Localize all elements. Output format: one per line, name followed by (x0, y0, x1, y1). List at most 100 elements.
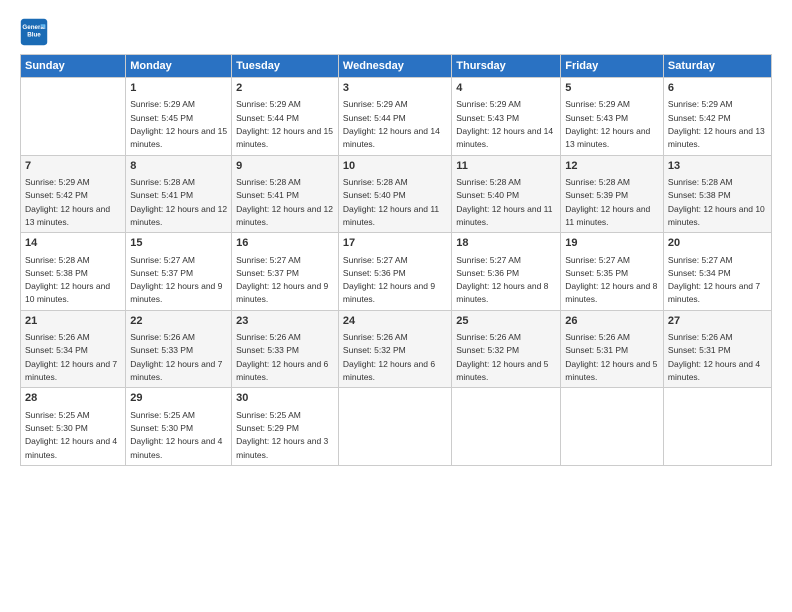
cell-info: Sunrise: 5:28 AMSunset: 5:38 PMDaylight:… (668, 177, 765, 227)
calendar-table: SundayMondayTuesdayWednesdayThursdayFrid… (20, 54, 772, 466)
cell-0-4: 4Sunrise: 5:29 AMSunset: 5:43 PMDaylight… (452, 78, 561, 156)
day-number: 28 (25, 391, 121, 406)
day-number: 8 (130, 159, 227, 174)
day-number: 15 (130, 236, 227, 251)
cell-0-2: 2 Sunrise: 5:29 AMSunset: 5:44 PMDaylight… (232, 78, 339, 156)
logo: General Blue (20, 18, 52, 46)
cell-4-0: 28Sunrise: 5:25 AMSunset: 5:30 PMDayligh… (21, 388, 126, 466)
day-number: 6 (668, 81, 767, 96)
cell-3-6: 27 Sunrise: 5:26 AMSunset: 5:31 PMDayligh… (663, 310, 771, 388)
week-row-1: 7 Sunrise: 5:29 AMSunset: 5:42 PMDaylight… (21, 155, 772, 233)
day-number: 27 (668, 314, 767, 329)
cell-4-2: 30Sunrise: 5:25 AMSunset: 5:29 PMDayligh… (232, 388, 339, 466)
cell-info: Sunrise: 5:26 AMSunset: 5:31 PMDaylight:… (668, 332, 760, 382)
col-header-friday: Friday (561, 55, 664, 78)
cell-1-1: 8 Sunrise: 5:28 AMSunset: 5:41 PMDaylight… (126, 155, 232, 233)
cell-2-1: 15 Sunrise: 5:27 AMSunset: 5:37 PMDayligh… (126, 233, 232, 311)
day-number: 18 (456, 236, 556, 251)
cell-info: Sunrise: 5:29 AMSunset: 5:42 PMDaylight:… (668, 99, 765, 149)
day-number: 17 (343, 236, 447, 251)
week-row-4: 28Sunrise: 5:25 AMSunset: 5:30 PMDayligh… (21, 388, 772, 466)
cell-3-5: 26 Sunrise: 5:26 AMSunset: 5:31 PMDayligh… (561, 310, 664, 388)
cell-info: Sunrise: 5:27 AMSunset: 5:37 PMDaylight:… (236, 255, 328, 305)
logo-icon: General Blue (20, 18, 48, 46)
day-number: 22 (130, 314, 227, 329)
cell-1-3: 10 Sunrise: 5:28 AMSunset: 5:40 PMDayligh… (338, 155, 451, 233)
header: General Blue (20, 18, 772, 46)
cell-info: Sunrise: 5:27 AMSunset: 5:36 PMDaylight:… (456, 255, 548, 305)
cell-2-4: 18 Sunrise: 5:27 AMSunset: 5:36 PMDayligh… (452, 233, 561, 311)
svg-text:Blue: Blue (27, 32, 41, 39)
day-number: 12 (565, 159, 659, 174)
cell-4-4 (452, 388, 561, 466)
day-number: 10 (343, 159, 447, 174)
cell-info: Sunrise: 5:27 AMSunset: 5:34 PMDaylight:… (668, 255, 760, 305)
cell-info: Sunrise: 5:28 AMSunset: 5:40 PMDaylight:… (456, 177, 552, 227)
day-number: 2 (236, 81, 334, 96)
day-number: 30 (236, 391, 334, 406)
day-number: 23 (236, 314, 334, 329)
cell-0-1: 1 Sunrise: 5:29 AMSunset: 5:45 PMDaylight… (126, 78, 232, 156)
col-header-monday: Monday (126, 55, 232, 78)
cell-1-4: 11 Sunrise: 5:28 AMSunset: 5:40 PMDayligh… (452, 155, 561, 233)
day-number: 1 (130, 81, 227, 96)
cell-2-5: 19Sunrise: 5:27 AMSunset: 5:35 PMDayligh… (561, 233, 664, 311)
cell-info: Sunrise: 5:28 AMSunset: 5:40 PMDaylight:… (343, 177, 439, 227)
cell-0-6: 6 Sunrise: 5:29 AMSunset: 5:42 PMDaylight… (663, 78, 771, 156)
day-number: 14 (25, 236, 121, 251)
day-number: 11 (456, 159, 556, 174)
cell-0-0 (21, 78, 126, 156)
cell-info: Sunrise: 5:29 AMSunset: 5:45 PMDaylight:… (130, 99, 227, 149)
col-header-saturday: Saturday (663, 55, 771, 78)
day-number: 21 (25, 314, 121, 329)
cell-2-0: 14 Sunrise: 5:28 AMSunset: 5:38 PMDayligh… (21, 233, 126, 311)
cell-2-2: 16 Sunrise: 5:27 AMSunset: 5:37 PMDayligh… (232, 233, 339, 311)
day-number: 26 (565, 314, 659, 329)
week-row-3: 21 Sunrise: 5:26 AMSunset: 5:34 PMDayligh… (21, 310, 772, 388)
cell-3-3: 24 Sunrise: 5:26 AMSunset: 5:32 PMDayligh… (338, 310, 451, 388)
cell-info: Sunrise: 5:26 AMSunset: 5:33 PMDaylight:… (130, 332, 222, 382)
cell-info: Sunrise: 5:26 AMSunset: 5:32 PMDaylight:… (456, 332, 548, 382)
cell-info: Sunrise: 5:27 AMSunset: 5:37 PMDaylight:… (130, 255, 222, 305)
cell-info: Sunrise: 5:26 AMSunset: 5:31 PMDaylight:… (565, 332, 657, 382)
cell-3-4: 25 Sunrise: 5:26 AMSunset: 5:32 PMDayligh… (452, 310, 561, 388)
cell-info: Sunrise: 5:29 AMSunset: 5:44 PMDaylight:… (236, 99, 333, 149)
day-number: 16 (236, 236, 334, 251)
day-number: 24 (343, 314, 447, 329)
cell-info: Sunrise: 5:26 AMSunset: 5:34 PMDaylight:… (25, 332, 117, 382)
cell-1-2: 9 Sunrise: 5:28 AMSunset: 5:41 PMDaylight… (232, 155, 339, 233)
col-header-thursday: Thursday (452, 55, 561, 78)
cell-4-6 (663, 388, 771, 466)
day-number: 7 (25, 159, 121, 174)
cell-3-0: 21 Sunrise: 5:26 AMSunset: 5:34 PMDayligh… (21, 310, 126, 388)
cell-1-0: 7 Sunrise: 5:29 AMSunset: 5:42 PMDaylight… (21, 155, 126, 233)
col-header-sunday: Sunday (21, 55, 126, 78)
cell-1-5: 12 Sunrise: 5:28 AMSunset: 5:39 PMDayligh… (561, 155, 664, 233)
cell-2-3: 17 Sunrise: 5:27 AMSunset: 5:36 PMDayligh… (338, 233, 451, 311)
week-row-0: 1 Sunrise: 5:29 AMSunset: 5:45 PMDaylight… (21, 78, 772, 156)
cell-3-1: 22 Sunrise: 5:26 AMSunset: 5:33 PMDayligh… (126, 310, 232, 388)
day-number: 25 (456, 314, 556, 329)
cell-3-2: 23 Sunrise: 5:26 AMSunset: 5:33 PMDayligh… (232, 310, 339, 388)
day-number: 29 (130, 391, 227, 406)
cell-info: Sunrise: 5:28 AMSunset: 5:41 PMDaylight:… (236, 177, 333, 227)
cell-info: Sunrise: 5:27 AMSunset: 5:36 PMDaylight:… (343, 255, 435, 305)
cell-0-3: 3 Sunrise: 5:29 AMSunset: 5:44 PMDaylight… (338, 78, 451, 156)
cell-info: Sunrise: 5:29 AMSunset: 5:44 PMDaylight:… (343, 99, 440, 149)
cell-info: Sunrise: 5:28 AMSunset: 5:41 PMDaylight:… (130, 177, 227, 227)
col-header-wednesday: Wednesday (338, 55, 451, 78)
col-header-tuesday: Tuesday (232, 55, 339, 78)
cell-0-5: 5Sunrise: 5:29 AMSunset: 5:43 PMDaylight… (561, 78, 664, 156)
day-number: 4 (456, 81, 556, 96)
cell-info: Sunrise: 5:28 AMSunset: 5:39 PMDaylight:… (565, 177, 650, 227)
day-number: 9 (236, 159, 334, 174)
day-number: 5 (565, 81, 659, 96)
cell-info: Sunrise: 5:26 AMSunset: 5:33 PMDaylight:… (236, 332, 328, 382)
page: General Blue SundayMondayTuesdayWednesda… (0, 0, 792, 612)
day-number: 3 (343, 81, 447, 96)
cell-info: Sunrise: 5:29 AMSunset: 5:42 PMDaylight:… (25, 177, 110, 227)
cell-info: Sunrise: 5:27 AMSunset: 5:35 PMDaylight:… (565, 255, 657, 305)
cell-info: Sunrise: 5:28 AMSunset: 5:38 PMDaylight:… (25, 255, 110, 305)
day-number: 20 (668, 236, 767, 251)
cell-info: Sunrise: 5:26 AMSunset: 5:32 PMDaylight:… (343, 332, 435, 382)
